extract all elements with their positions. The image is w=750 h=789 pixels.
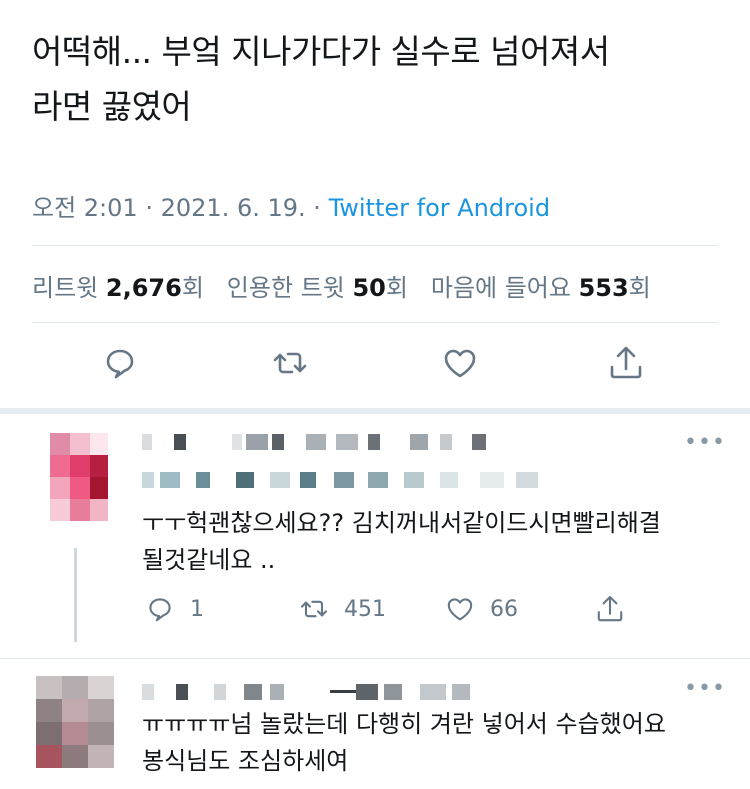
reply-text: ㅜㅜ헉괜찮으세요?? 김치꺼내서같이드시면빨리해결 될것같네요 .. [142,505,727,579]
retweets-stat[interactable]: 리트윗 2,676회 [32,274,204,302]
tweet-meta: 오전 2:01 · 2021. 6. 19. · Twitter for And… [32,188,550,223]
reply-icon[interactable] [100,343,140,383]
tweet-text: 어떡해... 부엌 지나가다가 실수로 넘어져서 라면 끓였어 [32,24,722,134]
meta-separator: · [313,194,321,222]
reply-reply-button[interactable]: 1 [144,593,204,625]
likes-unit: 회 [628,274,651,302]
retweet-icon[interactable] [270,343,310,383]
retweets-unit: 회 [181,274,204,302]
avatar[interactable] [36,676,114,768]
avatar[interactable] [50,433,108,521]
like-count: 66 [490,596,518,622]
divider [32,322,718,323]
thread-line [74,548,77,642]
reply-text-line-2: 될것같네요 .. [142,546,276,574]
divider [0,658,750,659]
reply-count: 1 [190,596,204,622]
reply-retweet-button[interactable]: 451 [298,593,386,625]
retweet-count: 451 [344,596,386,622]
quotes-count: 50 [352,274,386,302]
reply-text-line-1: ㅜㅜ헉괜찮으세요?? 김치꺼내서같이드시면빨리해결 [142,509,661,537]
retweets-label: 리트윗 [32,274,99,302]
share-icon[interactable] [606,343,646,383]
tweet-action-bar [0,343,750,387]
reply-text: ㅠㅠㅠㅠ넘 놀랐는데 다행히 겨란 넣어서 수습했어요 봉식님도 조심하세여 [142,706,727,780]
like-icon[interactable] [440,343,480,383]
tweet-time: 오전 2:01 [32,194,138,222]
reply-action-bar: 1 451 66 [0,593,750,633]
retweets-count: 2,676 [105,274,182,302]
likes-label: 마음에 들어요 [430,274,571,302]
tweet-stats: 리트윗 2,676회 인용한 트윗 50회 마음에 들어요 553회 [32,268,651,303]
reply-like-button[interactable]: 66 [444,593,518,625]
likes-count: 553 [578,274,629,302]
divider [32,245,718,246]
meta-separator: · [145,194,153,222]
likes-stat[interactable]: 마음에 들어요 553회 [431,274,651,302]
quotes-stat[interactable]: 인용한 트윗 50회 [227,274,408,302]
tweet-text-line-2: 라면 끓였어 [32,87,192,126]
quotes-unit: 회 [385,274,408,302]
tweet-source-link[interactable]: Twitter for Android [329,194,550,222]
quotes-label: 인용한 트윗 [226,274,345,302]
reply-more-icon[interactable]: ••• [684,676,726,701]
retweet-icon [300,600,328,618]
like-icon [447,598,473,621]
share-icon [597,595,623,622]
reply-icon [149,598,171,622]
reply-share-button[interactable] [594,593,626,625]
tweet-text-line-1: 어떡해... 부엌 지나가다가 실수로 넘어져서 [32,32,610,71]
reply-text-line-1: ㅠㅠㅠㅠ넘 놀랐는데 다행히 겨란 넣어서 수습했어요 [142,710,666,738]
reply-text-line-2: 봉식님도 조심하세여 [142,747,349,775]
section-separator [0,408,750,414]
reply-more-icon[interactable]: ••• [684,430,726,455]
tweet-date[interactable]: 2021. 6. 19. [161,194,306,222]
